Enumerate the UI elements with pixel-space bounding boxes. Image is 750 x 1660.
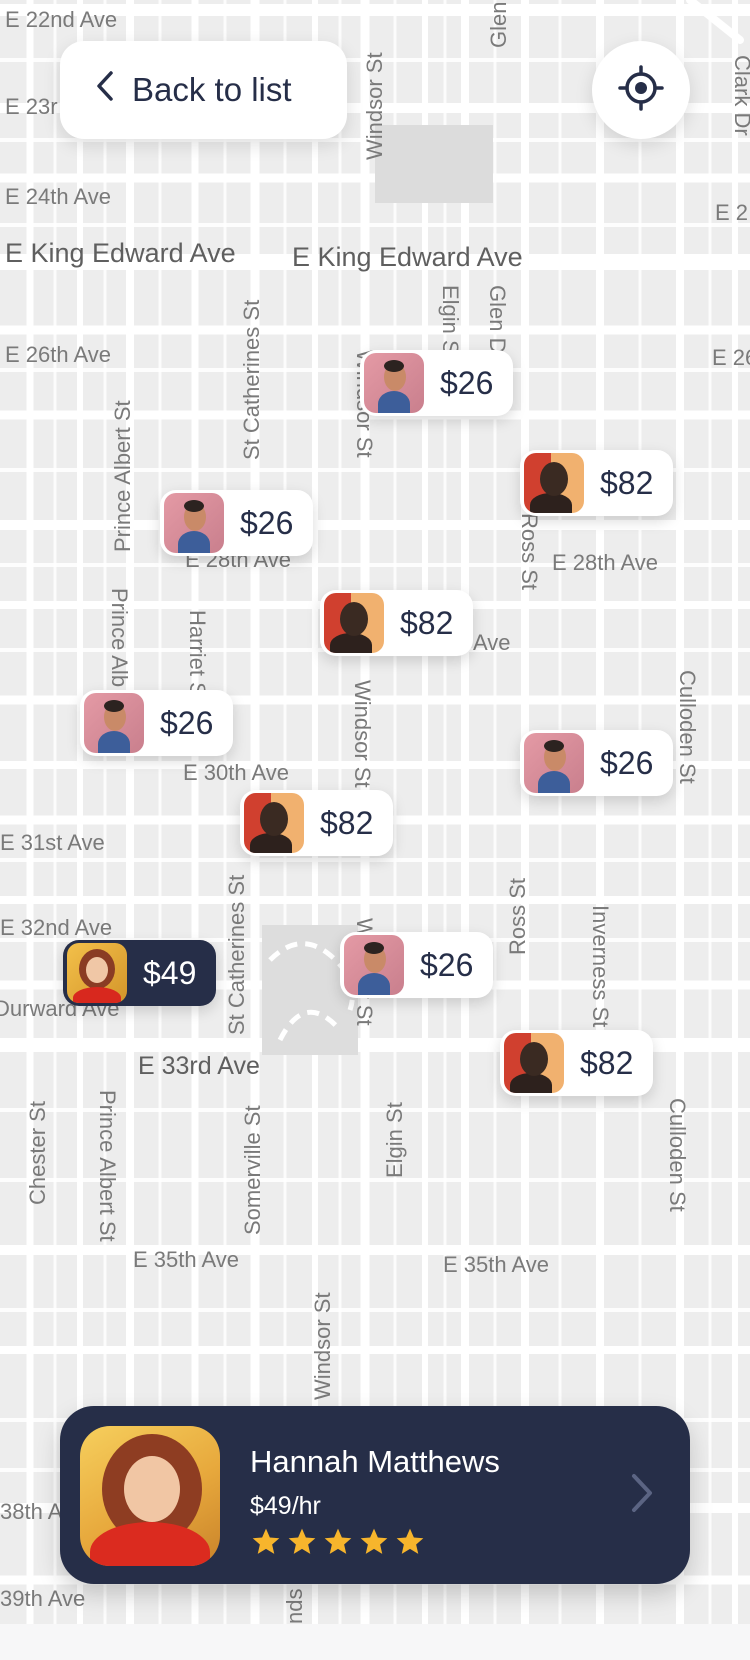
street-label: E 22nd Ave: [5, 7, 117, 32]
street-label: Prince Albert St: [95, 1090, 120, 1242]
chevron-right-icon[interactable]: [630, 1472, 654, 1519]
street-label: Harriet St: [185, 610, 210, 703]
price-label: $49: [143, 954, 197, 991]
street-label: E 31st Ave: [0, 830, 105, 855]
street-label: E 28th Ave: [552, 550, 658, 575]
street-label: Ave: [473, 630, 511, 655]
street-label: E 32nd Ave: [0, 915, 112, 940]
tutor-card[interactable]: Hannah Matthews $49/hr: [60, 1406, 690, 1584]
street-label: Ross St: [517, 513, 542, 590]
street-label: E 2: [715, 200, 748, 225]
street-label: Inverness St: [588, 905, 613, 1027]
price-pin[interactable]: $26: [80, 690, 234, 756]
tutor-thumbnail: [244, 793, 304, 853]
rating-stars: [250, 1526, 426, 1563]
locate-me-button[interactable]: [592, 41, 690, 139]
street-label: Culloden St: [665, 1098, 690, 1212]
back-label: Back to list: [132, 71, 292, 108]
tutor-thumbnail: [84, 693, 144, 753]
street-label: E 33rd Ave: [138, 1052, 260, 1080]
price-pin[interactable]: $82: [240, 790, 394, 856]
price-label: $26: [600, 744, 654, 781]
street-label: E King Edward Ave: [292, 242, 523, 272]
street-label: Culloden St: [675, 670, 700, 784]
price-pin[interactable]: $82: [320, 590, 474, 656]
street-label: Windsor St: [310, 1292, 335, 1400]
price-pin[interactable]: $82: [500, 1030, 654, 1096]
street-label: E 23r: [5, 94, 58, 119]
price-pin-selected[interactable]: $49: [63, 940, 217, 1006]
price-label: $26: [160, 704, 214, 741]
chevron-left-icon: [96, 70, 114, 110]
street-label: Windsor St: [350, 680, 375, 788]
price-pin[interactable]: $26: [360, 350, 514, 416]
tutor-thumbnail: [344, 935, 404, 995]
price-pin[interactable]: $26: [520, 730, 674, 796]
street-label: E King Edward Ave: [5, 238, 236, 268]
street-label: 39th Ave: [0, 1586, 85, 1611]
price-label: $26: [420, 946, 474, 983]
street-label: Elgin St: [382, 1102, 407, 1178]
tutor-thumbnail: [504, 1033, 564, 1093]
street-label: E 26: [712, 345, 750, 370]
street-label: St Catherines St: [224, 875, 249, 1035]
tutor-rate: $49/hr: [250, 1492, 321, 1520]
price-pin[interactable]: $26: [340, 932, 494, 998]
price-label: $26: [240, 504, 294, 541]
star-icon: [286, 1526, 318, 1563]
street-label: Prince Alb: [107, 588, 132, 687]
street-label: Somerville St: [240, 1105, 265, 1235]
tutor-thumbnail: [524, 733, 584, 793]
price-pin[interactable]: $82: [520, 450, 674, 516]
street-label: Ross St: [505, 878, 530, 955]
tutor-thumbnail: [67, 943, 127, 1003]
star-icon: [250, 1526, 282, 1563]
street-label: E 35th Ave: [133, 1247, 239, 1272]
street-label: E 26th Ave: [5, 342, 111, 367]
tutor-thumbnail: [324, 593, 384, 653]
street-label: Chester St: [25, 1101, 50, 1205]
back-to-list-button[interactable]: Back to list: [60, 41, 347, 139]
street-label: Prince Albert St: [110, 400, 135, 552]
tutor-thumbnail: [524, 453, 584, 513]
street-label: Windsor St: [362, 52, 387, 160]
street-label: Clark Dr: [730, 55, 750, 136]
crosshair-icon: [618, 64, 664, 116]
star-icon: [322, 1526, 354, 1563]
price-label: $82: [580, 1044, 634, 1081]
star-icon: [358, 1526, 390, 1563]
street-label: E 24th Ave: [5, 184, 111, 209]
price-label: $82: [600, 464, 654, 501]
tutor-thumbnail: [364, 353, 424, 413]
tutor-name: Hannah Matthews: [250, 1444, 500, 1479]
street-label: Glen: [486, 2, 511, 48]
street-label: E 30th Ave: [183, 760, 289, 785]
star-icon: [394, 1526, 426, 1563]
price-label: $82: [320, 804, 374, 841]
price-pin[interactable]: $26: [160, 490, 314, 556]
tutor-thumbnail: [164, 493, 224, 553]
street-label: E 35th Ave: [443, 1252, 549, 1277]
street-label: St Catherines St: [239, 300, 264, 460]
price-label: $26: [440, 364, 494, 401]
price-label: $82: [400, 604, 454, 641]
street-label: nds: [282, 1589, 307, 1624]
street-label: 38th A: [0, 1499, 63, 1524]
tutor-photo: [80, 1426, 220, 1566]
